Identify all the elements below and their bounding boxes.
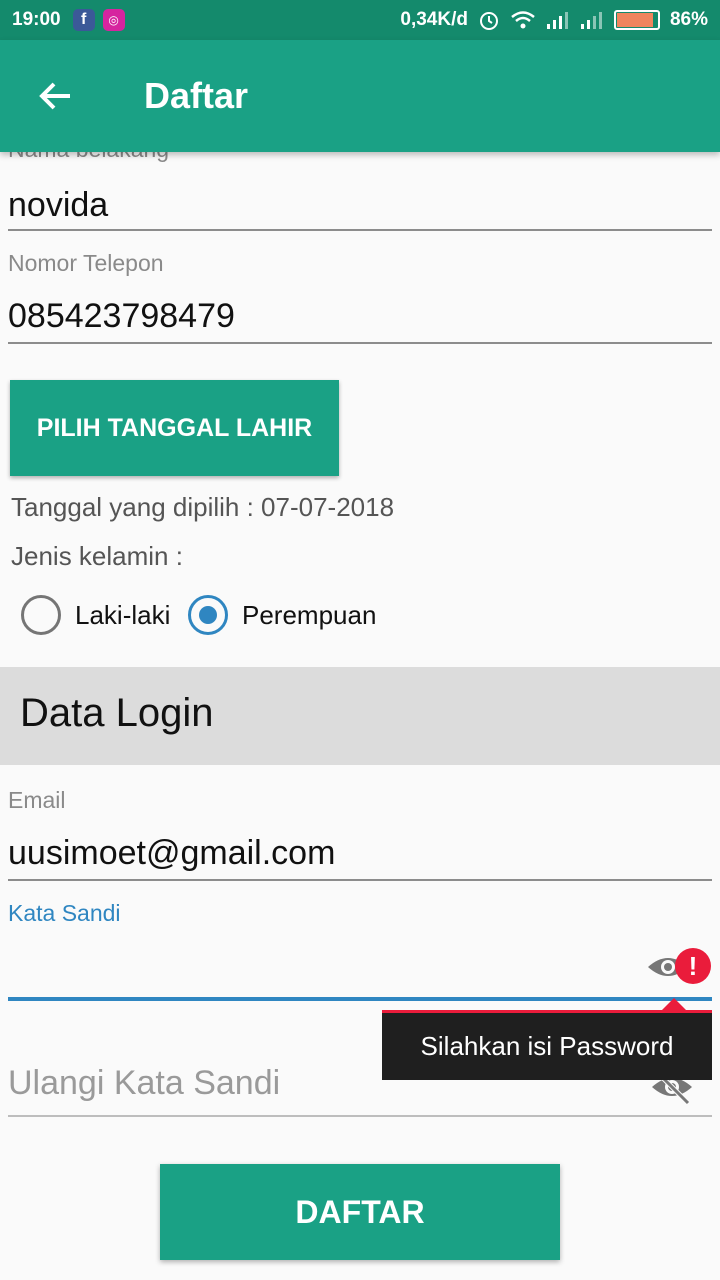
page-title: Daftar <box>144 75 249 116</box>
password-underline <box>8 997 712 1001</box>
phone-field[interactable]: Nomor Telepon 085423798479 <box>8 245 712 345</box>
password-label: Kata Sandi <box>8 900 121 926</box>
tooltip-arrow <box>662 998 686 1010</box>
pick-birthdate-button[interactable]: PILIH TANGGAL LAHIR <box>10 380 339 476</box>
email-underline <box>8 879 712 881</box>
phone-input[interactable]: 085423798479 <box>8 297 235 336</box>
radio-male[interactable]: Laki-laki <box>21 595 170 635</box>
radio-female-label: Perempuan <box>242 599 377 630</box>
password-error-tooltip: Silahkan isi Password <box>382 1010 712 1080</box>
alarm-icon <box>479 12 498 30</box>
confirm-password-underline <box>8 1115 712 1117</box>
battery-icon <box>613 10 660 30</box>
error-badge-icon: ! <box>675 948 711 984</box>
register-button[interactable]: DAFTAR <box>160 1164 560 1260</box>
phone-underline <box>8 342 712 344</box>
selected-date-text: Tanggal yang dipilih : 07-07-2018 <box>11 492 395 522</box>
phone-label: Nomor Telepon <box>8 250 164 276</box>
network-speed: 0,34K/d <box>400 9 468 30</box>
status-bar: 19:00 f ◎ 0,34K/d 86% <box>0 0 720 40</box>
wifi-icon <box>511 11 535 29</box>
arrow-back-icon[interactable] <box>0 40 110 152</box>
last-name-input[interactable]: novida <box>8 186 108 225</box>
instagram-icon: ◎ <box>102 9 125 31</box>
app-bar: Daftar <box>0 40 720 152</box>
radio-male-label: Laki-laki <box>75 599 171 630</box>
email-input[interactable]: uusimoet@gmail.com <box>8 834 335 873</box>
email-field[interactable]: Email uusimoet@gmail.com <box>8 782 712 882</box>
battery-fill <box>616 13 654 27</box>
register-screen: 19:00 f ◎ 0,34K/d 86% Daftar Nama belaka… <box>0 0 720 1280</box>
password-field[interactable]: Kata Sandi <box>8 895 712 1003</box>
last-name-underline <box>8 229 712 231</box>
radio-female-button[interactable] <box>188 595 228 635</box>
signal-icon <box>580 12 602 29</box>
facebook-icon: f <box>72 9 95 31</box>
signal-icon <box>546 12 568 29</box>
battery-percent: 86% <box>669 9 708 30</box>
radio-male-button[interactable] <box>21 595 61 635</box>
radio-female[interactable]: Perempuan <box>188 595 376 635</box>
section-title: Data Login <box>20 691 214 735</box>
status-right: 0,34K/d 86% <box>400 9 708 31</box>
login-section-header: Data Login <box>0 667 720 765</box>
confirm-password-input[interactable]: Ulangi Kata Sandi <box>8 1064 280 1103</box>
email-label: Email <box>8 787 66 813</box>
gender-label: Jenis kelamin : <box>11 541 183 571</box>
status-time: 19:00 <box>12 9 61 30</box>
